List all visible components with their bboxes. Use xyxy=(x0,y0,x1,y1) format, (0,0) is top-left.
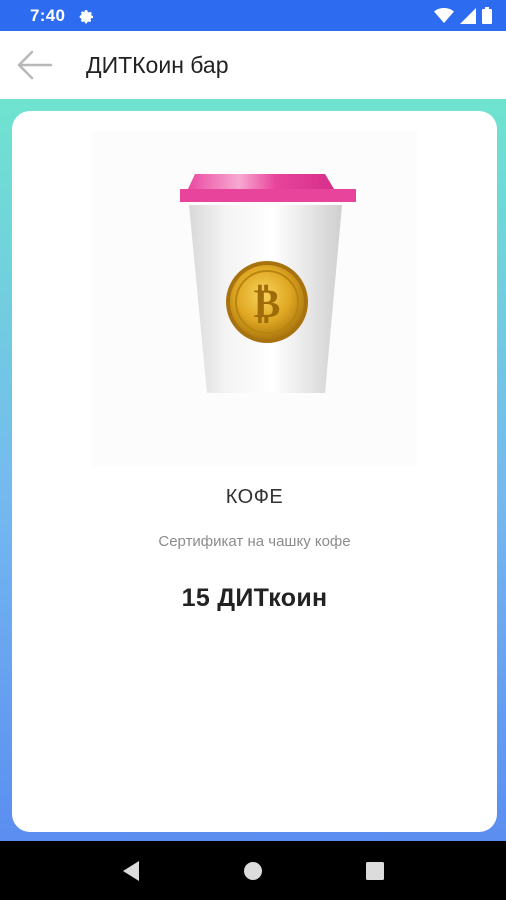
svg-text:₿: ₿ xyxy=(254,281,281,326)
page-title: ДИТКоин бар xyxy=(86,51,229,78)
recents-square-icon xyxy=(366,861,384,880)
nav-home-button[interactable] xyxy=(233,851,273,891)
back-button[interactable] xyxy=(15,45,55,85)
product-name: КОФЕ xyxy=(225,486,284,508)
home-circle-icon xyxy=(244,861,262,880)
settings-gear-icon xyxy=(79,9,94,23)
product-price: 15 ДИТкоин xyxy=(181,584,328,612)
navigation-bar xyxy=(0,841,506,900)
product-description: Сертификат на чашку кофе xyxy=(158,533,351,550)
signal-icon xyxy=(460,7,476,24)
battery-icon xyxy=(482,7,492,24)
arrow-left-icon xyxy=(17,50,53,80)
nav-recents-button[interactable] xyxy=(355,851,395,891)
coffee-cup-icon: ₿ xyxy=(180,174,356,393)
status-icons xyxy=(434,7,492,24)
nav-back-button[interactable] xyxy=(111,851,151,891)
status-bar: 7:40 xyxy=(0,0,506,31)
wifi-icon xyxy=(434,7,454,23)
status-time: 7:40 xyxy=(30,5,66,25)
product-card: ₿ КОФЕ Сертификат на чашку кофе 15 ДИТко… xyxy=(12,111,497,832)
product-image: ₿ xyxy=(92,131,417,466)
back-triangle-icon xyxy=(123,860,139,881)
app-bar: ДИТКоин бар xyxy=(0,31,506,100)
